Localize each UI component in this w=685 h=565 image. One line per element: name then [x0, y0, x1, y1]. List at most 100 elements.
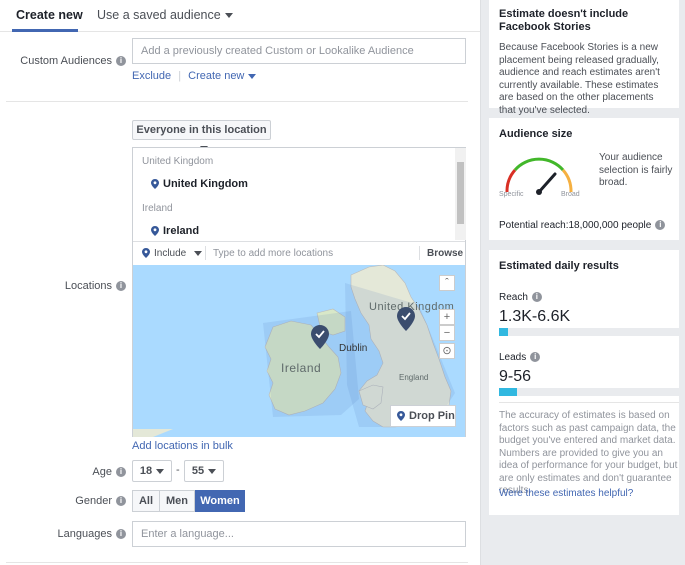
- age-label-row: Age i: [10, 466, 126, 478]
- location-search-row: Include Type to add more locations Brows…: [133, 241, 465, 265]
- recenter-icon[interactable]: ⊙: [439, 343, 455, 359]
- info-icon[interactable]: i: [116, 467, 126, 478]
- reach-label-row: Reach i: [499, 292, 542, 303]
- exclude-link[interactable]: Exclude: [132, 70, 171, 82]
- location-item[interactable]: United Kingdom: [151, 178, 248, 190]
- info-icon[interactable]: i: [116, 496, 126, 507]
- link-separator: |: [178, 70, 182, 82]
- location-group-header: Ireland: [142, 203, 173, 214]
- languages-input[interactable]: Enter a language...: [132, 521, 466, 547]
- estimates-sidebar: Estimate doesn't include Facebook Storie…: [480, 0, 685, 565]
- custom-audiences-actions: Exclude | Create new: [132, 70, 257, 82]
- age-max-select[interactable]: 55: [184, 460, 224, 482]
- stories-notice-title: Estimate doesn't include Facebook Storie…: [499, 8, 629, 33]
- divider: [6, 562, 468, 563]
- age-max-value: 55: [191, 465, 205, 477]
- audience-size-title: Audience size: [499, 128, 573, 140]
- map-label-england: England: [399, 373, 429, 382]
- age-min-select[interactable]: 18: [132, 460, 172, 482]
- potential-reach-row: Potential reach:18,000,000 people i: [499, 220, 666, 231]
- leads-bar-fill: [499, 388, 517, 396]
- divider: [205, 246, 206, 260]
- map-marker-icon[interactable]: [311, 325, 329, 349]
- chevron-down-icon: [208, 468, 217, 474]
- reach-value: 1.3K-6.6K: [499, 308, 571, 325]
- gender-label: Gender: [75, 495, 112, 507]
- include-label: Include: [154, 248, 187, 259]
- leads-bar: [499, 388, 679, 396]
- gender-option-women[interactable]: Women: [195, 490, 245, 512]
- reach-bar-fill: [499, 328, 508, 336]
- info-icon[interactable]: i: [530, 352, 541, 363]
- location-item[interactable]: Ireland: [151, 225, 199, 237]
- locations-label-row: Locations i: [10, 280, 126, 292]
- info-icon[interactable]: i: [655, 220, 666, 231]
- map-collapse-button[interactable]: ˆ: [439, 275, 455, 291]
- gender-option-all[interactable]: All: [132, 490, 160, 512]
- zoom-out-button[interactable]: −: [439, 325, 455, 341]
- daily-results-title: Estimated daily results: [499, 260, 619, 272]
- age-range-dash: -: [176, 464, 180, 476]
- divider: [6, 101, 468, 102]
- map-marker-icon[interactable]: [397, 307, 415, 331]
- tab-saved-label: Use a saved audience: [97, 8, 221, 22]
- chevron-down-icon: [224, 13, 233, 19]
- tab-create-new[interactable]: Create new: [16, 8, 83, 22]
- chevron-down-icon: [194, 250, 203, 256]
- gender-option-men[interactable]: Men: [159, 490, 195, 512]
- leads-label-row: Leads i: [499, 352, 541, 363]
- location-item-label: United Kingdom: [163, 178, 248, 190]
- languages-label-row: Languages i: [10, 528, 126, 540]
- gender-label-row: Gender i: [10, 495, 126, 507]
- include-dropdown[interactable]: Include: [142, 248, 203, 259]
- stories-notice-text: Because Facebook Stories is a new placem…: [499, 42, 660, 116]
- divider: [419, 246, 420, 260]
- drop-pin-label: Drop Pin: [409, 410, 455, 422]
- reach-bar: [499, 328, 679, 336]
- age-min-value: 18: [139, 465, 153, 477]
- location-type-dropdown[interactable]: Everyone in this location: [132, 120, 271, 151]
- browse-button[interactable]: Browse: [427, 248, 463, 259]
- info-icon[interactable]: i: [116, 281, 126, 292]
- custom-audiences-label-row: Custom Audiences i: [10, 55, 126, 67]
- gauge-broad-label: Broad: [561, 191, 580, 198]
- divider: [499, 402, 679, 403]
- location-item-label: Ireland: [163, 225, 200, 237]
- add-locations-bulk-link[interactable]: Add locations in bulk: [132, 440, 233, 452]
- tab-active-indicator: [12, 29, 78, 32]
- audience-size-card: Audience size Specific Broad Your audien…: [489, 118, 679, 240]
- create-new-link[interactable]: Create new: [188, 70, 257, 82]
- custom-audiences-input[interactable]: Add a previously created Custom or Looka…: [132, 38, 466, 64]
- location-type-label: Everyone in this location: [136, 124, 267, 136]
- audience-gauge-icon: [505, 157, 573, 195]
- info-icon[interactable]: i: [116, 56, 126, 67]
- leads-value: 9-56: [499, 368, 532, 385]
- reach-label: Reach: [499, 292, 528, 303]
- gauge-specific-label: Specific: [499, 191, 524, 198]
- map-pin-icon: [142, 248, 150, 259]
- locations-label: Locations: [64, 280, 112, 292]
- stories-notice-card: Estimate doesn't include Facebook Storie…: [489, 0, 679, 116]
- languages-label: Languages: [57, 528, 112, 540]
- zoom-in-button[interactable]: +: [439, 309, 455, 325]
- audience-tabs: Create new Use a saved audience: [0, 0, 480, 32]
- location-map[interactable]: United Kingdom Ireland Dublin England ˆ …: [133, 265, 465, 437]
- chevron-down-icon: [156, 468, 165, 474]
- age-label: Age: [92, 466, 112, 478]
- map-label-ireland: Ireland: [281, 361, 322, 375]
- locations-box: United Kingdom United Kingdom Ireland Ir…: [132, 147, 466, 437]
- estimates-disclaimer: The accuracy of estimates is based on fa…: [499, 410, 678, 496]
- daily-results-card: Estimated daily results Reach i 1.3K-6.6K…: [489, 250, 679, 515]
- map-label-dublin: Dublin: [339, 343, 368, 354]
- info-icon[interactable]: i: [116, 529, 126, 540]
- locations-scroll-thumb[interactable]: [457, 162, 464, 224]
- custom-audiences-label: Custom Audiences: [20, 55, 112, 67]
- info-icon[interactable]: i: [531, 292, 542, 303]
- drop-pin-button[interactable]: Drop Pin: [390, 405, 456, 427]
- potential-reach-text: Potential reach:18,000,000 people: [499, 220, 652, 231]
- location-search-input[interactable]: Type to add more locations: [213, 248, 333, 259]
- tab-saved-audience[interactable]: Use a saved audience: [97, 8, 233, 22]
- create-new-label: Create new: [188, 70, 245, 82]
- estimates-helpful-link[interactable]: Were these estimates helpful?: [499, 488, 633, 499]
- map-pin-icon: [151, 179, 159, 190]
